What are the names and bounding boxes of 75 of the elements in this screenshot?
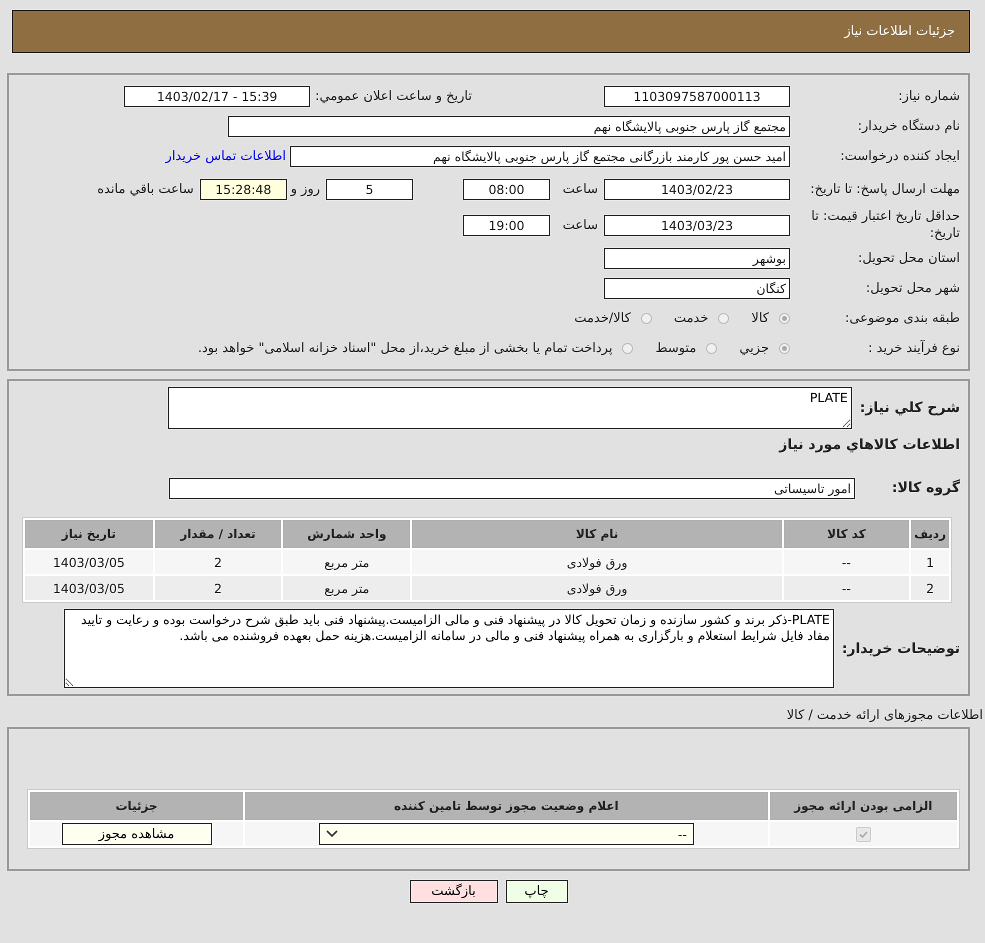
table-cell: متر مربع [283,550,410,574]
time-label: ساعت [562,182,598,196]
text-field[interactable]: 08:00 [463,178,550,200]
table-cell: -- [784,550,910,574]
column-header: ردیف [911,520,949,548]
text-field[interactable]: 1103097587000113 [604,86,790,106]
field-label: نوع فرآیند خرید : [867,340,960,356]
text-field[interactable]: 19:00 [463,214,550,236]
field-label: نام دستگاه خریدار: [856,118,960,134]
time-label: ساعت [562,218,598,232]
option-label: پرداخت تمام یا بخشی از مبلغ خرید،از محل "اسناد خزانه اسلامی" خواهد بود. [198,340,612,356]
field-label: استان محل تحویل: [857,250,960,266]
field-label: حداقل تاریخ اعتبار قیمت: تا تاریخ: [810,208,960,242]
text-field[interactable]: امید حسن پور کارمند بازرگانی مجتمع گاز پارس جنوبی پالایشگاه نهم [290,146,790,166]
table-cell: ورق فولادی [412,576,782,600]
field-label: شماره نیاز: [897,88,960,104]
table-cell: 1403/03/05 [25,576,153,600]
view-permit-button[interactable]: مشاهده مجوز [62,823,212,845]
text-area[interactable]: PLATE [168,387,852,429]
page-header: جزئیات اطلاعات نیاز [12,10,970,53]
table-cell: 2 [911,576,949,600]
field-label: طبقه بندی موضوعی: [844,310,960,326]
table-cell: ورق فولادی [412,550,782,574]
radio-button[interactable] [622,342,634,354]
dropdown[interactable]: -- [318,823,694,845]
column-header: اعلام وضعیت مجوز توسط تامین کننده [245,792,768,820]
text-area[interactable]: PLATE-ذکر برند و کشور سازنده و زمان تحویل کالا در پیشنهاد فنی و مالی الزامیست.پیشنهاد فنی باید طبق شرح درخواست بوده و رعایت و تایید مفاد فایل شرایط استعلام و بارگزاری به همراه پیشنهاد فنی و مالی در سامانه الزامیست.هزینه حمل بعهده فروشنده می باشد. [64,609,834,688]
table-cell: 2 [154,550,282,574]
table-cell: 1 [911,550,949,574]
text-field[interactable]: مجتمع گاز پارس جنوبی پالایشگاه نهم [228,116,790,136]
remaining-label: ساعت باقي مانده [97,182,194,196]
checkbox[interactable] [856,827,871,842]
field-label: مهلت ارسال پاسخ: تا تاریخ: [809,180,960,198]
chevron-down-icon [326,830,338,838]
table-cell: 2 [154,576,282,600]
column-header: کد کالا [784,520,910,548]
option-label: جزيي [739,340,769,356]
radio-button[interactable] [779,312,790,324]
table-cell: 1403/03/05 [25,550,153,574]
field-label: ایجاد کننده درخواست: [839,148,960,164]
column-header: الزامی بودن ارائه مجوز [770,792,957,820]
radio-button[interactable] [779,342,790,354]
radio-button[interactable] [706,342,718,354]
column-header: جزئیات [30,792,244,820]
print-button[interactable]: چاپ [506,880,568,903]
option-label: خدمت [674,310,708,326]
text-field[interactable]: 5 [326,178,413,200]
field-label: تاریخ و ساعت اعلان عمومي: [315,88,472,104]
column-header: نام کالا [412,520,782,548]
option-label: متوسط [655,340,696,356]
section-title: اطلاعات مجوزهای ارائه خدمت / کالا [786,708,983,723]
column-header: تاریخ نیاز [25,520,153,548]
column-header: تعداد / مقدار [154,520,282,548]
column-header: واحد شمارش [283,520,410,548]
section-title: اطلاعات کالاهاي مورد نیاز [778,436,960,455]
radio-button[interactable] [718,312,730,324]
table-cell: -- [784,576,910,600]
text-field[interactable]: 1403/02/17 - 15:39 [124,86,310,106]
field-label: شرح کلي نیاز: [860,400,960,416]
text-field[interactable]: امور تاسیساتی [169,478,855,498]
radio-button[interactable] [640,312,652,324]
option-label: کالا/خدمت [574,310,631,326]
contact-link[interactable]: اطلاعات تماس خریدار [166,148,286,164]
text-field[interactable]: بوشهر [604,248,790,268]
text-field[interactable]: 1403/03/23 [604,214,790,236]
text-field[interactable]: 1403/02/23 [604,178,790,200]
field-label: گروه کالا: [890,480,960,496]
field-label: توضیحات خریدار: [842,640,960,656]
back-button[interactable]: بازگشت [410,880,498,903]
option-label: کالا [751,310,769,326]
days-label: روز و [290,182,320,196]
table-cell: متر مربع [283,576,410,600]
text-field[interactable]: کنگان [604,278,790,298]
text-field[interactable]: 15:28:48 [200,178,287,200]
field-label: شهر محل تحویل: [864,280,960,296]
